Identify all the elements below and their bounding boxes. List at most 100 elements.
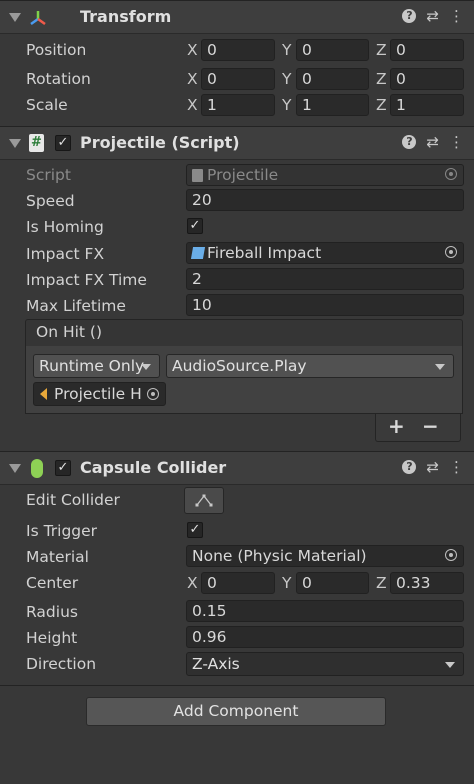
projectile-enabled-checkbox[interactable]: ✓ [55, 135, 71, 151]
help-icon[interactable]: ? [402, 9, 417, 23]
impact-fx-label: Impact FX [26, 245, 105, 263]
center-z-field[interactable]: 0.33 [390, 572, 464, 594]
audio-source-icon [40, 388, 47, 400]
position-label: Position [26, 41, 87, 59]
remove-listener-button[interactable]: − [422, 414, 439, 438]
object-picker-icon [445, 168, 457, 180]
more-menu-icon[interactable]: ⋮ [449, 7, 464, 25]
help-icon[interactable]: ? [402, 460, 417, 474]
material-label: Material [26, 548, 89, 566]
add-component-button[interactable]: Add Component [86, 697, 386, 726]
is-homing-label: Is Homing [26, 218, 104, 236]
projectile-header[interactable]: # ✓ Projectile (Script) ? ⇄ ⋮ [0, 126, 474, 160]
is-trigger-checkbox[interactable]: ✓ [187, 522, 203, 538]
direction-dropdown[interactable]: Z-Axis [186, 652, 464, 676]
impact-fx-field[interactable]: Fireball Impact [186, 242, 464, 264]
foldout-arrow-icon[interactable] [9, 13, 21, 22]
center-label: Center [26, 574, 79, 592]
position-z-field[interactable]: 0 [390, 39, 464, 61]
on-hit-event-header: On Hit () [25, 319, 463, 347]
scale-x-field[interactable]: 1 [201, 94, 275, 116]
edit-bounds-icon [195, 494, 213, 507]
radius-label: Radius [26, 603, 78, 621]
impact-fx-value: Fireball Impact [207, 244, 322, 262]
is-trigger-label: Is Trigger [26, 522, 98, 540]
position-x-field[interactable]: 0 [201, 39, 275, 61]
object-picker-icon[interactable] [445, 246, 457, 258]
runtime-only-dropdown[interactable]: Runtime Only [33, 354, 160, 378]
script-file-icon [192, 169, 203, 182]
impact-fx-time-field[interactable]: 2 [186, 268, 464, 290]
axis-y-label: Y [282, 574, 292, 592]
direction-value: Z-Axis [192, 655, 240, 673]
object-picker-icon[interactable] [147, 388, 159, 400]
axis-x-label: X [187, 574, 198, 592]
script-field: Projectile [186, 164, 464, 186]
projectile-title: Projectile (Script) [80, 133, 240, 152]
axis-x-label: X [187, 41, 198, 59]
function-value: AudioSource.Play [172, 357, 307, 375]
axis-x-label: X [187, 96, 198, 114]
function-dropdown[interactable]: AudioSource.Play [166, 354, 454, 378]
axis-z-label: Z [376, 574, 387, 592]
direction-label: Direction [26, 655, 97, 673]
height-field[interactable]: 0.96 [186, 626, 464, 648]
center-y-field[interactable]: 0 [296, 572, 369, 594]
help-icon[interactable]: ? [402, 135, 417, 149]
rotation-z-field[interactable]: 0 [390, 68, 464, 90]
axis-y-label: Y [282, 70, 292, 88]
axis-y-label: Y [282, 96, 292, 114]
axis-x-label: X [187, 70, 198, 88]
axis-z-label: Z [376, 96, 387, 114]
scale-y-field[interactable]: 1 [296, 94, 369, 116]
material-field[interactable]: None (Physic Material) [186, 545, 464, 567]
script-value: Projectile [207, 166, 279, 184]
script-icon: # [29, 134, 44, 152]
more-menu-icon[interactable]: ⋮ [449, 133, 464, 151]
position-y-field[interactable]: 0 [296, 39, 369, 61]
chevron-down-icon [141, 364, 151, 370]
max-lifetime-field[interactable]: 10 [186, 294, 464, 316]
rotation-label: Rotation [26, 70, 91, 88]
foldout-arrow-icon[interactable] [9, 139, 21, 148]
capsule-collider-title: Capsule Collider [80, 458, 227, 477]
capsule-enabled-checkbox[interactable]: ✓ [55, 460, 71, 476]
radius-field[interactable]: 0.15 [186, 600, 464, 622]
capsule-collider-header[interactable]: ✓ Capsule Collider ? ⇄ ⋮ [0, 451, 474, 485]
runtime-option-value: Runtime Only [39, 357, 145, 375]
capsule-collider-icon [31, 459, 43, 478]
transform-header[interactable]: Transform ? ⇄ ⋮ [0, 0, 474, 34]
impact-fx-time-label: Impact FX Time [26, 271, 147, 289]
speed-label: Speed [26, 192, 75, 210]
edit-collider-label: Edit Collider [26, 491, 120, 509]
axis-z-label: Z [376, 70, 387, 88]
on-hit-title: On Hit () [36, 323, 103, 341]
speed-field[interactable]: 20 [186, 189, 464, 211]
material-value: None (Physic Material) [192, 547, 367, 565]
script-label: Script [26, 166, 71, 184]
edit-collider-button[interactable] [184, 487, 224, 514]
presets-icon[interactable]: ⇄ [426, 7, 439, 25]
chevron-down-icon [435, 364, 445, 370]
max-lifetime-label: Max Lifetime [26, 297, 126, 315]
presets-icon[interactable]: ⇄ [426, 458, 439, 476]
center-x-field[interactable]: 0 [201, 572, 275, 594]
axis-z-label: Z [376, 41, 387, 59]
scale-z-field[interactable]: 1 [390, 94, 464, 116]
height-label: Height [26, 629, 78, 647]
prefab-icon [190, 247, 206, 259]
event-target-field[interactable]: Projectile H [33, 382, 166, 406]
transform-title: Transform [80, 7, 172, 26]
rotation-y-field[interactable]: 0 [296, 68, 369, 90]
scale-label: Scale [26, 96, 68, 114]
more-menu-icon[interactable]: ⋮ [449, 458, 464, 476]
axis-y-label: Y [282, 41, 292, 59]
event-target-value: Projectile H [54, 385, 142, 403]
add-listener-button[interactable]: + [388, 414, 405, 438]
rotation-x-field[interactable]: 0 [201, 68, 275, 90]
presets-icon[interactable]: ⇄ [426, 133, 439, 151]
object-picker-icon[interactable] [445, 549, 457, 561]
is-homing-checkbox[interactable]: ✓ [187, 218, 203, 234]
foldout-arrow-icon[interactable] [9, 464, 21, 473]
event-list-footer: + − [375, 414, 461, 442]
